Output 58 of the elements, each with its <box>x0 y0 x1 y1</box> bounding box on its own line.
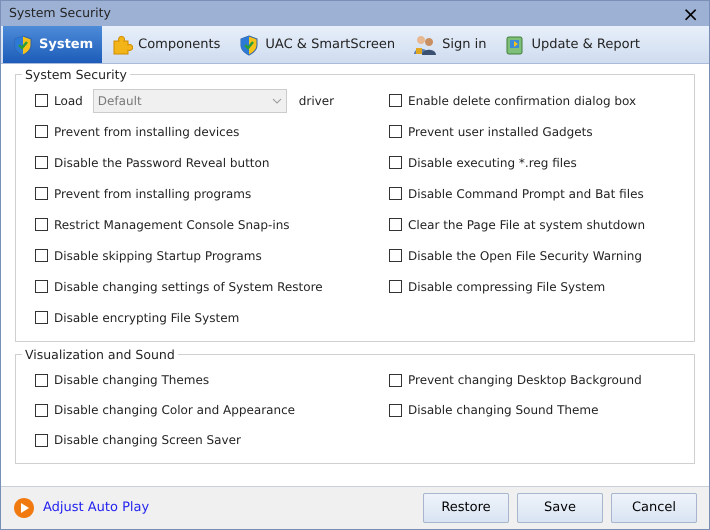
close-button[interactable]: × <box>680 4 701 24</box>
checkbox[interactable] <box>35 249 48 262</box>
adjust-autoplay-link[interactable]: Adjust Auto Play <box>43 498 150 518</box>
checkbox-label: Disable executing *.reg files <box>408 154 577 172</box>
checkbox-label: Disable the Open File Security Warning <box>408 248 642 264</box>
checkbox-label: Enable delete confirmation dialog box <box>408 92 636 110</box>
checkbox[interactable] <box>35 94 48 107</box>
shield-icon <box>238 34 260 56</box>
checkbox-label: Restrict Management Console Snap-ins <box>54 216 290 234</box>
checkbox-label: Disable the Password Reveal button <box>54 154 270 172</box>
dialog-button[interactable]: Restore <box>423 493 509 523</box>
checkbox-label: Prevent changing Desktop Background <box>408 372 642 389</box>
tab[interactable]: UAC & SmartScreen <box>229 26 404 63</box>
play-icon <box>13 497 35 519</box>
checkbox[interactable] <box>389 187 402 200</box>
checkbox[interactable] <box>35 280 48 293</box>
checkbox-label: Disable compressing File System <box>408 278 606 296</box>
checkbox-label: Prevent user installed Gadgets <box>408 124 593 140</box>
checkbox-label: Disable changing Themes <box>54 372 210 389</box>
checkbox-label: Disable changing Screen Saver <box>54 432 241 449</box>
checkbox[interactable] <box>35 187 48 200</box>
checkbox-label: Load <box>54 92 83 110</box>
checkbox-label: Clear the Page File at system shutdown <box>408 216 646 234</box>
checkbox[interactable] <box>35 156 48 169</box>
checkbox-label: Disable skipping Startup Programs <box>54 248 262 264</box>
checkbox[interactable] <box>389 218 402 231</box>
tab[interactable]: Sign in <box>404 26 496 63</box>
checkbox-label: Disable Command Prompt and Bat files <box>408 186 644 202</box>
checkbox[interactable] <box>35 374 48 386</box>
checkbox[interactable] <box>389 374 402 386</box>
window-title: System Security <box>9 4 111 22</box>
checkbox[interactable] <box>389 249 402 262</box>
checkbox[interactable] <box>389 125 402 138</box>
shield-icon <box>12 34 34 56</box>
caret-icon <box>272 98 282 104</box>
checkbox[interactable] <box>389 156 402 169</box>
users-icon <box>413 34 438 56</box>
checkbox-label: Prevent from installing devices <box>54 124 240 140</box>
driver-label: driver <box>298 92 334 110</box>
checkbox[interactable] <box>35 434 48 446</box>
checkbox-label: Disable changing settings of System Restore <box>54 278 323 296</box>
checkbox[interactable] <box>35 125 48 138</box>
checkbox[interactable] <box>389 94 402 107</box>
checkbox[interactable] <box>35 218 48 231</box>
checkbox[interactable] <box>35 404 48 416</box>
checkbox[interactable] <box>389 280 402 293</box>
checkbox-label: Disable changing Sound Theme <box>408 402 598 419</box>
checkbox-label: Disable changing Color and Appearance <box>54 402 296 419</box>
dialog-button[interactable]: Cancel <box>611 493 697 523</box>
puzzle-icon <box>111 34 134 56</box>
tab[interactable]: Components <box>102 26 230 63</box>
checkbox-label: Prevent from installing programs <box>54 186 252 202</box>
tab[interactable]: Update & Report <box>495 26 650 63</box>
checkbox[interactable] <box>389 404 402 416</box>
dialog-button[interactable]: Save <box>517 493 603 523</box>
tab[interactable]: System <box>3 26 102 63</box>
checkbox-label: Disable encrypting File System <box>54 310 240 326</box>
checkbox[interactable] <box>35 311 48 324</box>
